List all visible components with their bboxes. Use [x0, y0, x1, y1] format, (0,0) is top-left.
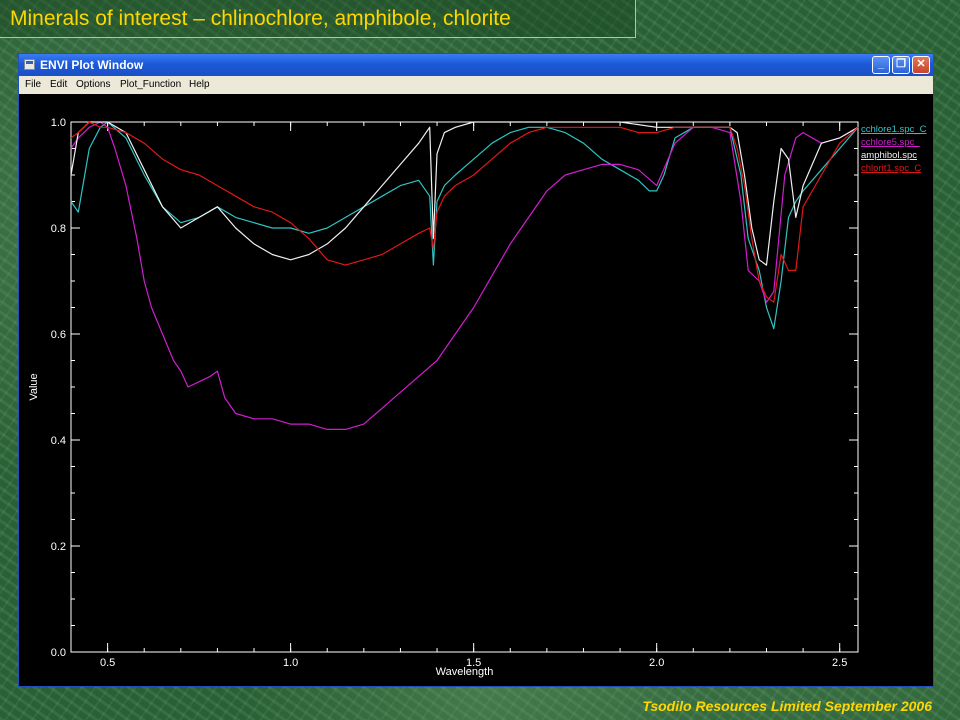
y-tick-label: 0.6	[51, 329, 66, 341]
y-tick-label: 0.8	[51, 223, 66, 235]
spectral-plot: 0.5 1.0 1.5 2.0 2.50.00.20.40.60.81.0Wavelen…	[28, 117, 927, 678]
menu-file[interactable]: File	[25, 76, 41, 94]
y-tick-label: 1.0	[51, 117, 66, 129]
app-icon[interactable]	[24, 59, 35, 70]
x-tick-label: 2.0	[649, 657, 664, 669]
series-line-2	[70, 121, 859, 430]
maximize-button[interactable]: ❐	[892, 56, 910, 74]
menu-bar: File Edit Options Plot_Function Help	[19, 76, 933, 94]
y-tick-label: 0.0	[51, 647, 66, 659]
window-title: ENVI Plot Window	[40, 58, 144, 72]
envi-plot-window: ENVI Plot Window _ ❐ ✕ File Edit Options…	[18, 53, 934, 687]
menu-options[interactable]: Options	[76, 76, 110, 94]
menu-edit[interactable]: Edit	[50, 76, 67, 94]
close-button[interactable]: ✕	[912, 56, 930, 74]
plot-area[interactable]: 0.5 1.0 1.5 2.0 2.5 0.0 0.2 0.4 0.6 0.8 1.0 Wavelen…	[19, 94, 933, 686]
window-titlebar[interactable]: ENVI Plot Window _ ❐ ✕	[19, 54, 933, 76]
menu-plot-function[interactable]: Plot_Function	[120, 76, 181, 94]
x-axis-label: Wavelength	[436, 666, 494, 678]
x-tick-label: 1.0	[283, 657, 298, 669]
legend-entry-2: cchlore5.spc_	[861, 137, 920, 148]
y-axis-label: Value	[28, 373, 40, 400]
legend-entry-1: cchlore1.spc_C	[861, 124, 927, 135]
legend-entry-3: amphibol.spc	[861, 150, 917, 161]
x-tick-label: 2.5	[832, 657, 847, 669]
minimize-button[interactable]: _	[872, 56, 890, 74]
y-tick-label: 0.4	[51, 435, 66, 447]
legend-entry-4: chlorit1.spc_C	[861, 163, 921, 174]
footer-credit: Tsodilo Resources Limited September 2006	[642, 698, 932, 714]
menu-help[interactable]: Help	[189, 76, 210, 94]
x-tick-label: 0.5	[100, 657, 115, 669]
series-line-1	[70, 121, 859, 330]
slide-title: Minerals of interest – chlinochlore, amp…	[0, 0, 636, 38]
y-tick-label: 0.2	[51, 541, 66, 553]
